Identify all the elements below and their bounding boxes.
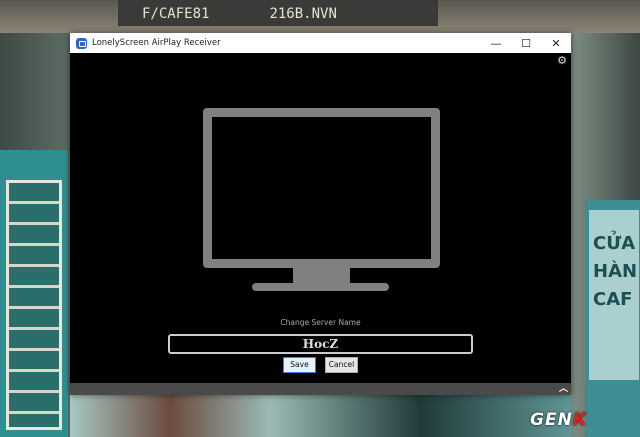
gear-icon[interactable]: ⚙ — [557, 55, 567, 66]
server-name-label: Change Server Name — [280, 318, 361, 327]
background-door-left — [0, 150, 68, 437]
save-button[interactable]: Save — [283, 357, 316, 373]
background-door-right: CỬA HÀN CAF — [585, 200, 640, 437]
maximize-button[interactable]: ☐ — [511, 33, 541, 53]
background-photo-bottom — [70, 395, 571, 437]
monitor-icon — [203, 108, 440, 268]
logo-accent: K — [572, 410, 587, 430]
watermark-logo: GENK — [530, 410, 587, 430]
sign-text: F/CAFE81 — [142, 6, 210, 22]
logo-text: GEN — [530, 410, 573, 430]
bottom-bar: ︿ — [70, 383, 571, 395]
sign-text: 216B.NVN — [269, 6, 337, 22]
background-grille — [6, 180, 62, 430]
background-sign-right: CỬA HÀN CAF — [589, 210, 639, 380]
chevron-up-icon[interactable]: ︿ — [559, 383, 568, 395]
server-name-input[interactable]: HocZ — [168, 334, 473, 354]
app-icon — [76, 37, 87, 49]
monitor-stand-base — [252, 283, 389, 291]
app-window: LonelyScreen AirPlay Receiver — ☐ ✕ ⚙ Ch… — [70, 33, 571, 395]
minimize-button[interactable]: — — [481, 33, 511, 53]
window-title: LonelyScreen AirPlay Receiver — [92, 38, 221, 48]
monitor-stand-neck — [293, 268, 350, 283]
cancel-button[interactable]: Cancel — [325, 357, 358, 373]
background-sign: F/CAFE81 216B.NVN — [118, 0, 438, 26]
title-bar[interactable]: LonelyScreen AirPlay Receiver — ☐ ✕ — [70, 33, 571, 53]
close-button[interactable]: ✕ — [541, 33, 571, 53]
